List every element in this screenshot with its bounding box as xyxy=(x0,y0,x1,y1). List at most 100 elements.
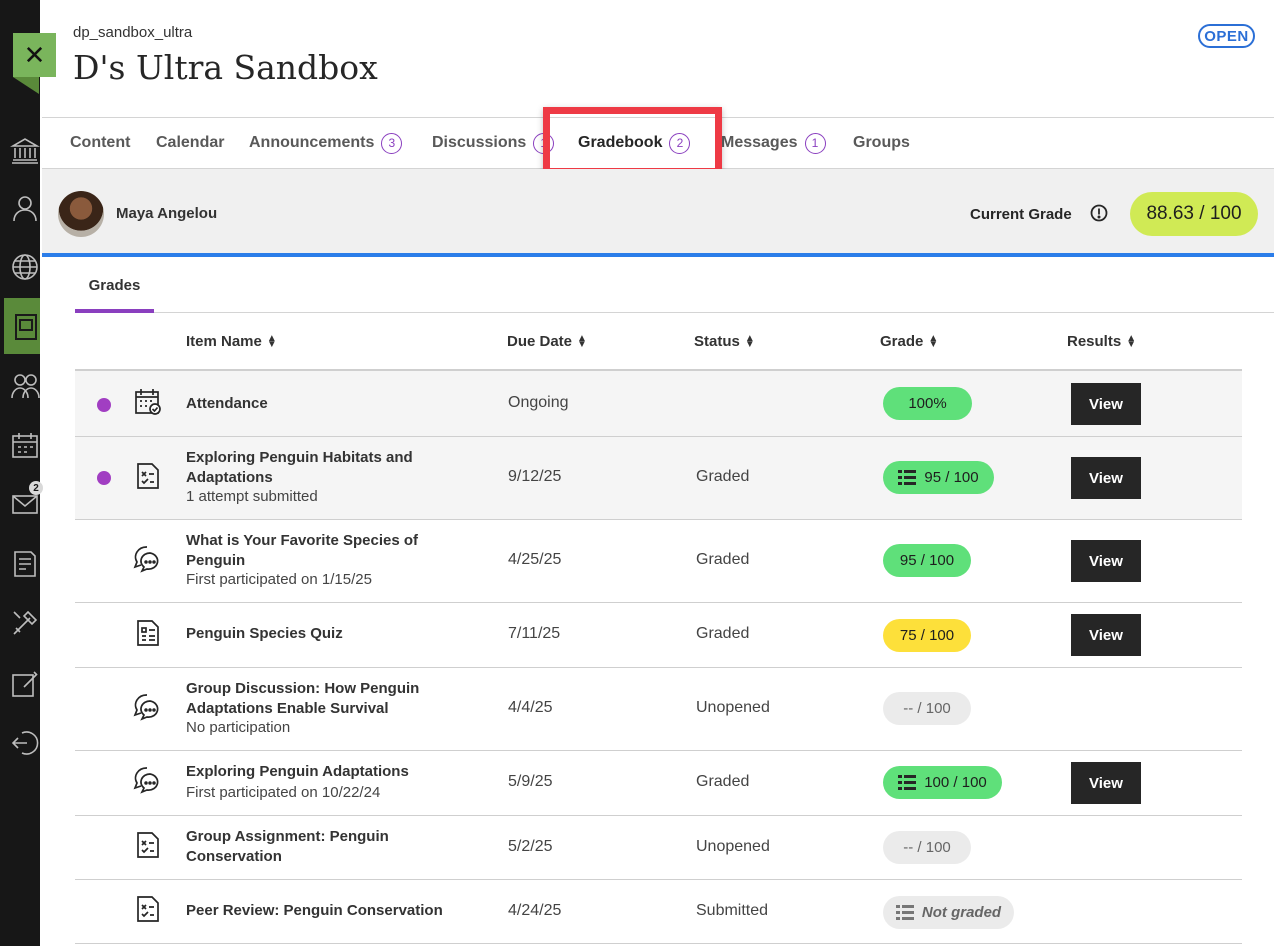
course-tabs: Content Calendar Announcements 3 Discussi… xyxy=(42,117,1274,169)
item-name-link[interactable]: Group Assignment: Penguin Conservation xyxy=(186,827,416,867)
tab-content[interactable]: Content xyxy=(70,118,130,168)
table-row[interactable]: Exploring Penguin Habitats and Adaptatio… xyxy=(75,437,1242,520)
item-subtext: First participated on 1/15/25 xyxy=(186,571,372,588)
table-row[interactable]: Peer Review: Penguin Conservation 4/24/2… xyxy=(75,880,1242,944)
item-name-link[interactable]: Peer Review: Penguin Conservation xyxy=(186,901,486,921)
column-header-grade[interactable]: Grade ▲ ▼ xyxy=(880,333,938,350)
tab-announcements[interactable]: Announcements 3 xyxy=(249,118,403,168)
gradebook-subtabs: Grades xyxy=(75,262,1274,313)
grade-pill[interactable]: -- / 100 xyxy=(883,692,971,725)
tab-groups[interactable]: Groups xyxy=(853,118,910,168)
status-text: Graded xyxy=(696,468,750,485)
profile-icon[interactable] xyxy=(10,193,40,223)
grade-value: 95 / 100 xyxy=(899,552,955,569)
column-header-status[interactable]: Status ▲ ▼ xyxy=(694,333,755,350)
due-date: 5/2/25 xyxy=(508,838,553,855)
info-icon[interactable] xyxy=(1090,204,1108,222)
table-row[interactable]: Group Assignment: Penguin Conservation 5… xyxy=(75,816,1242,880)
grade-value: 95 / 100 xyxy=(924,469,979,486)
gradebook-icon xyxy=(898,469,917,485)
status-text: Graded xyxy=(696,551,750,568)
avatar xyxy=(58,191,104,237)
courses-icon[interactable] xyxy=(10,311,40,341)
item-subtext: 1 attempt submitted xyxy=(186,488,318,505)
grade-pill[interactable]: 95 / 100 xyxy=(883,544,971,577)
sort-icon: ▲ ▼ xyxy=(928,333,939,351)
view-results-button[interactable]: View xyxy=(1071,614,1141,656)
tab-label: Gradebook xyxy=(578,134,663,151)
item-subtext: First participated on 10/22/24 xyxy=(186,784,381,801)
view-results-button[interactable]: View xyxy=(1071,457,1141,499)
column-header-results[interactable]: Results ▲ ▼ xyxy=(1067,333,1136,350)
grade-pill[interactable]: 95 / 100 xyxy=(883,461,994,494)
grade-pill[interactable]: 75 / 100 xyxy=(883,619,971,652)
assignment-icon xyxy=(133,894,163,924)
close-course-button[interactable]: ✕ xyxy=(13,33,56,77)
tab-label: Announcements xyxy=(249,134,375,151)
table-row[interactable]: Group Discussion: How Penguin Adaptation… xyxy=(75,668,1242,751)
sort-icon: ▲ ▼ xyxy=(1126,333,1137,351)
due-date: 9/12/25 xyxy=(508,468,562,485)
tab-discussions[interactable]: Discussions 1 xyxy=(432,118,555,168)
course-status-badge: OPEN xyxy=(1198,24,1255,48)
messages-badge: 2 xyxy=(29,481,43,495)
status-text: Unopened xyxy=(696,838,770,855)
table-row[interactable]: What is Your Favorite Species of Penguin… xyxy=(75,520,1242,603)
view-results-button[interactable]: View xyxy=(1071,383,1141,425)
current-grade-label: Current Grade xyxy=(970,206,1072,223)
tab-count-badge: 2 xyxy=(669,132,691,154)
grade-pill[interactable]: 100% xyxy=(883,387,972,420)
column-header-item-name[interactable]: Item Name ▲ ▼ xyxy=(186,333,277,350)
sort-icon: ▲ ▼ xyxy=(577,333,587,351)
student-name: Maya Angelou xyxy=(116,205,218,222)
grade-value: -- / 100 xyxy=(903,700,951,717)
item-name-link[interactable]: Exploring Penguin Adaptations xyxy=(186,762,486,782)
status-text: Unopened xyxy=(696,699,770,716)
header-label: Item Name xyxy=(186,333,262,350)
globe-icon[interactable] xyxy=(10,252,40,282)
edit-icon[interactable] xyxy=(10,669,40,699)
view-results-button[interactable]: View xyxy=(1071,540,1141,582)
sign-out-icon[interactable] xyxy=(10,728,40,758)
attendance-icon xyxy=(133,387,163,417)
due-date: 5/9/25 xyxy=(508,773,553,790)
tab-label: Discussions xyxy=(432,134,527,151)
tab-messages[interactable]: Messages 1 xyxy=(721,118,826,168)
item-name-link[interactable]: Penguin Species Quiz xyxy=(186,624,446,644)
table-row[interactable]: Exploring Penguin Adaptations First part… xyxy=(75,751,1242,816)
item-name-link[interactable]: Group Discussion: How Penguin Adaptation… xyxy=(186,679,446,719)
tools-icon[interactable] xyxy=(10,608,40,638)
table-row[interactable]: Penguin Species Quiz 7/11/25 Graded 75 /… xyxy=(75,603,1242,668)
test-icon xyxy=(133,618,163,648)
item-name-link[interactable]: Attendance xyxy=(186,394,446,414)
tab-count-badge: 1 xyxy=(533,132,555,154)
current-grade-pill: 88.63 / 100 xyxy=(1130,192,1258,236)
assignment-icon xyxy=(133,461,163,491)
view-results-button[interactable]: View xyxy=(1071,762,1141,804)
header-label: Results xyxy=(1067,333,1122,350)
item-subtext: No participation xyxy=(186,719,291,736)
tab-calendar[interactable]: Calendar xyxy=(156,118,224,168)
grade-pill[interactable]: -- / 100 xyxy=(883,831,971,864)
tab-count-badge: 3 xyxy=(381,132,403,154)
left-nav-rail: 2 xyxy=(0,0,43,946)
item-name-link[interactable]: Exploring Penguin Habitats and Adaptatio… xyxy=(186,448,446,488)
page-title: D's Ultra Sandbox xyxy=(73,48,378,87)
grades-icon[interactable] xyxy=(10,549,40,579)
grade-pill[interactable]: 100 / 100 xyxy=(883,766,1002,799)
subtab-grades[interactable]: Grades xyxy=(75,262,154,313)
status-text: Graded xyxy=(696,625,750,642)
institution-icon[interactable] xyxy=(10,135,40,165)
due-date: 4/4/25 xyxy=(508,699,553,716)
groups-icon[interactable] xyxy=(10,371,40,401)
due-date: 4/24/25 xyxy=(508,902,562,919)
tab-label: Content xyxy=(70,134,131,151)
column-header-due-date[interactable]: Due Date ▲ ▼ xyxy=(507,333,587,350)
grade-pill[interactable]: Not graded xyxy=(883,896,1014,929)
grade-value: 100% xyxy=(908,395,947,412)
tab-gradebook[interactable]: Gradebook 2 xyxy=(578,118,691,168)
table-row[interactable]: Attendance Ongoing 100% View xyxy=(75,371,1242,437)
new-activity-dot xyxy=(97,471,111,485)
calendar-icon[interactable] xyxy=(10,430,40,460)
item-name-link[interactable]: What is Your Favorite Species of Penguin xyxy=(186,531,446,571)
